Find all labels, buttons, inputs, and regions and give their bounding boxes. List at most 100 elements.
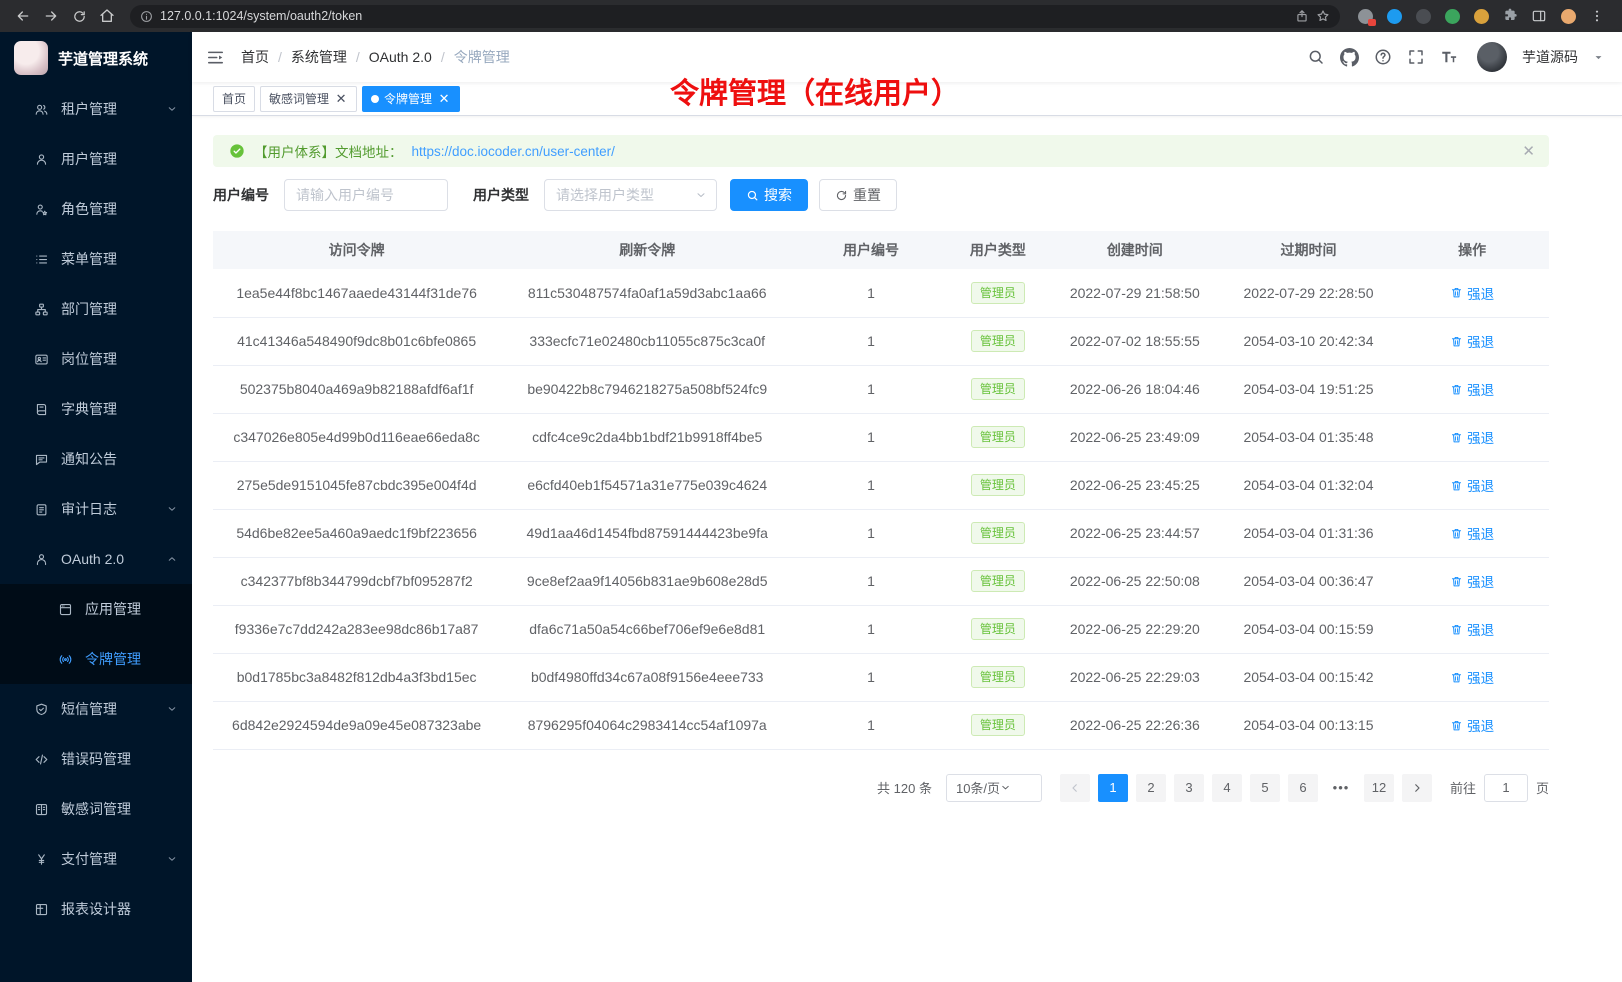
force-logout-button[interactable]: 强退 <box>1450 283 1494 303</box>
sidebar: 芋道管理系统 租户管理 用户管理 角色管理 菜单管理 部门管理 岗位管理 字典管… <box>0 32 192 982</box>
force-logout-button[interactable]: 强退 <box>1450 379 1494 399</box>
pay-icon <box>33 851 50 868</box>
trash-icon <box>1450 335 1463 348</box>
sidebar-item-menu[interactable]: 菜单管理 <box>0 234 192 284</box>
close-icon[interactable]: ✕ <box>437 92 451 106</box>
page-6[interactable]: 6 <box>1288 774 1318 802</box>
puzzle-extension-icon[interactable] <box>1501 7 1519 25</box>
page-1[interactable]: 1 <box>1098 774 1128 802</box>
app-logo[interactable]: 芋道管理系统 <box>0 32 192 84</box>
sidebar-item-oauth2[interactable]: OAuth 2.0 <box>0 534 192 584</box>
sidebar-item-dept[interactable]: 部门管理 <box>0 284 192 334</box>
home-button[interactable] <box>94 3 120 29</box>
sidebar-item-notice[interactable]: 通知公告 <box>0 434 192 484</box>
sidebar-item-role[interactable]: 角色管理 <box>0 184 192 234</box>
user-type-badge: 管理员 <box>971 570 1025 592</box>
select-placeholder: 请选择用户类型 <box>556 185 695 205</box>
fullscreen-icon[interactable] <box>1407 48 1425 66</box>
page-3[interactable]: 3 <box>1174 774 1204 802</box>
help-icon[interactable] <box>1374 48 1392 66</box>
breadcrumb-item[interactable]: 首页 <box>241 47 269 67</box>
breadcrumb-item: 令牌管理 <box>454 47 510 67</box>
page-list: 123456•••12 <box>1094 774 1398 802</box>
colorful-extension-icon[interactable] <box>1472 7 1490 25</box>
search-icon[interactable] <box>1307 48 1325 66</box>
forward-button[interactable] <box>38 3 64 29</box>
breadcrumb-item[interactable]: 系统管理 <box>291 47 347 67</box>
force-logout-button[interactable]: 强退 <box>1450 331 1494 351</box>
prev-page-button[interactable] <box>1060 774 1090 802</box>
address-bar[interactable]: 127.0.0.1:1024/system/oauth2/token <box>130 5 1340 28</box>
reset-button[interactable]: 重置 <box>819 179 897 211</box>
sidebar-item-oauth2-token[interactable]: 令牌管理 <box>0 634 192 684</box>
dark-extension-icon[interactable] <box>1414 7 1432 25</box>
table-row: 54d6be82ee5a460a9aedc1f9bf22365649d1aa46… <box>213 509 1549 557</box>
site-info-icon[interactable] <box>140 10 153 23</box>
sidebar-item-sms[interactable]: 短信管理 <box>0 684 192 734</box>
tab-oauth2-token[interactable]: 令牌管理✕ <box>362 86 460 112</box>
force-logout-button[interactable]: 强退 <box>1450 667 1494 687</box>
reload-button[interactable] <box>66 3 92 29</box>
pager-more[interactable]: ••• <box>1326 774 1356 802</box>
cell-created: 2022-06-25 22:26:36 <box>1048 701 1222 749</box>
alert-close-icon[interactable]: ✕ <box>1522 142 1535 160</box>
trash-icon <box>1450 479 1463 492</box>
sidebar-item-label: 角色管理 <box>61 199 178 219</box>
close-icon[interactable]: ✕ <box>334 92 348 106</box>
trash-icon <box>1450 671 1463 684</box>
page-size-select[interactable]: 10条/页 <box>946 774 1042 802</box>
sidebar-item-label: 应用管理 <box>85 599 178 619</box>
profile-avatar[interactable] <box>1559 7 1577 25</box>
page-12[interactable]: 12 <box>1364 774 1394 802</box>
sidebar-item-post[interactable]: 岗位管理 <box>0 334 192 384</box>
extension-grid-badge-icon[interactable] <box>1356 7 1374 25</box>
sidebar-item-label: 错误码管理 <box>61 749 178 769</box>
doc-link[interactable]: https://doc.iocoder.cn/user-center/ <box>412 144 615 159</box>
breadcrumb-item[interactable]: OAuth 2.0 <box>369 49 432 65</box>
user-type-select[interactable]: 请选择用户类型 <box>544 179 717 211</box>
cell-access: c342377bf8b344799dcbf7bf095287f2 <box>213 557 500 605</box>
sidebar-item-report-designer[interactable]: 报表设计器 <box>0 884 192 934</box>
font-size-icon[interactable] <box>1440 48 1458 66</box>
search-button[interactable]: 搜索 <box>730 179 808 211</box>
tab-sensitive-word[interactable]: 敏感词管理✕ <box>260 86 357 112</box>
force-logout-button[interactable]: 强退 <box>1450 619 1494 639</box>
tab-home[interactable]: 首页 <box>213 86 255 112</box>
alert-text: 【用户体系】文档地址： <box>254 141 403 161</box>
sidebar-item-dict[interactable]: 字典管理 <box>0 384 192 434</box>
sidebar-toggle-icon[interactable] <box>206 48 225 67</box>
github-icon[interactable] <box>1340 48 1359 67</box>
user-name[interactable]: 芋道源码 <box>1522 47 1578 67</box>
user-id-input[interactable] <box>284 179 448 211</box>
page-2[interactable]: 2 <box>1136 774 1166 802</box>
user-avatar[interactable] <box>1477 42 1507 72</box>
force-logout-button[interactable]: 强退 <box>1450 523 1494 543</box>
share-icon[interactable] <box>1295 9 1309 23</box>
side-panel-icon[interactable] <box>1530 7 1548 25</box>
goto-page-input[interactable] <box>1484 774 1528 802</box>
sidebar-item-error-code[interactable]: 错误码管理 <box>0 734 192 784</box>
cell-created: 2022-07-29 21:58:50 <box>1048 269 1222 317</box>
next-page-button[interactable] <box>1402 774 1432 802</box>
green-extension-icon[interactable] <box>1443 7 1461 25</box>
force-logout-button[interactable]: 强退 <box>1450 715 1494 735</box>
force-logout-button[interactable]: 强退 <box>1450 571 1494 591</box>
browser-menu-icon[interactable] <box>1588 7 1606 25</box>
force-logout-button[interactable]: 强退 <box>1450 475 1494 495</box>
bookmark-star-icon[interactable] <box>1316 9 1330 23</box>
chevron-down-icon[interactable] <box>1593 52 1604 63</box>
sidebar-item-sensitive-word[interactable]: 敏感词管理 <box>0 784 192 834</box>
back-button[interactable] <box>10 3 36 29</box>
sidebar-item-oauth2-app[interactable]: 应用管理 <box>0 584 192 634</box>
sidebar-item-audit-log[interactable]: 审计日志 <box>0 484 192 534</box>
table-row: 502375b8040a469a9b82188afdf6af1fbe90422b… <box>213 365 1549 413</box>
page-5[interactable]: 5 <box>1250 774 1280 802</box>
page-4[interactable]: 4 <box>1212 774 1242 802</box>
twitter-extension-icon[interactable] <box>1385 7 1403 25</box>
trash-icon <box>1450 286 1463 299</box>
sidebar-item-user[interactable]: 用户管理 <box>0 134 192 184</box>
force-logout-button[interactable]: 强退 <box>1450 427 1494 447</box>
column-header-created: 创建时间 <box>1048 231 1222 269</box>
sidebar-item-tenant[interactable]: 租户管理 <box>0 84 192 134</box>
sidebar-item-pay[interactable]: 支付管理 <box>0 834 192 884</box>
